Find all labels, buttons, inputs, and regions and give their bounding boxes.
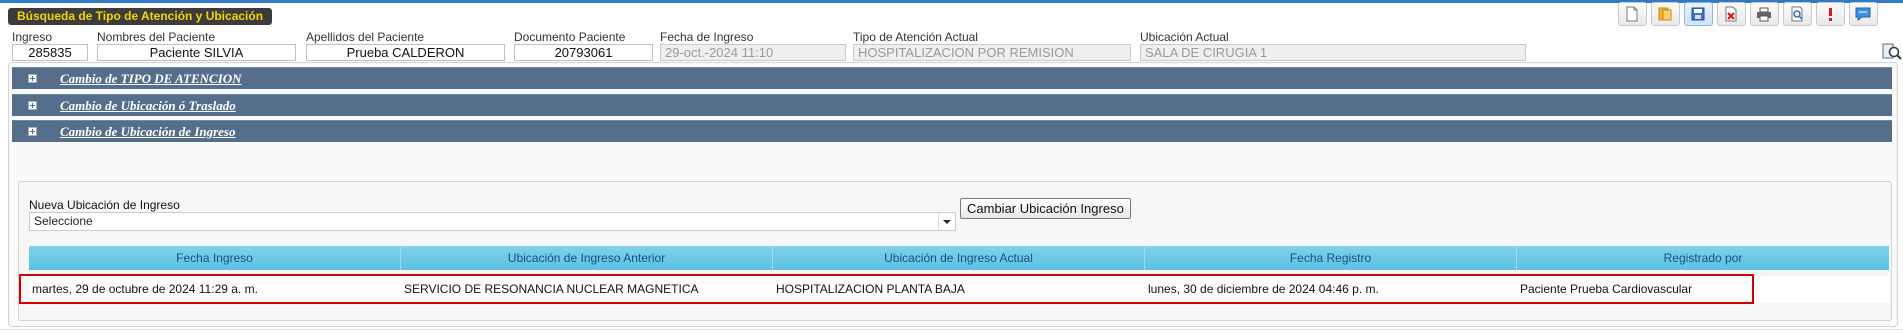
save-button[interactable] bbox=[1684, 2, 1713, 26]
print-icon bbox=[1757, 7, 1771, 22]
print-button[interactable] bbox=[1750, 2, 1779, 26]
open-folder-icon bbox=[1658, 7, 1672, 21]
expand-plus-icon[interactable] bbox=[28, 127, 37, 136]
delete-icon bbox=[1725, 6, 1737, 22]
nueva-ubicacion-select[interactable]: Seleccione bbox=[29, 212, 956, 231]
accordion-title[interactable]: Cambio de Ubicación ó Traslado bbox=[60, 98, 236, 114]
column-header[interactable]: Fecha Registro bbox=[1145, 246, 1517, 270]
help-chat-button[interactable] bbox=[1849, 2, 1878, 26]
column-header[interactable]: Registrado por bbox=[1517, 246, 1889, 270]
accordion-ubicacion-ingreso[interactable]: Cambio de Ubicación de Ingreso bbox=[12, 120, 1892, 142]
toolbar bbox=[1618, 2, 1878, 26]
help-chat-icon bbox=[1855, 7, 1871, 21]
tipo-atencion-field: HOSPITALIZACION POR REMISION bbox=[853, 44, 1131, 61]
table-cell: SERVICIO DE RESONANCIA NUCLEAR MAGNETICA bbox=[404, 282, 699, 296]
expand-plus-icon[interactable] bbox=[28, 101, 37, 110]
cambiar-ubicacion-ingreso-button[interactable]: Cambiar Ubicación Ingreso bbox=[960, 198, 1131, 219]
documento-field[interactable]: 20793061 bbox=[514, 44, 653, 61]
apellidos-label: Apellidos del Paciente bbox=[306, 30, 425, 44]
table-cell: lunes, 30 de diciembre de 2024 04:46 p. … bbox=[1148, 282, 1379, 296]
ubicacion-field: SALA DE CIRUGIA 1 bbox=[1140, 44, 1526, 61]
column-header[interactable]: Fecha Ingreso bbox=[29, 246, 401, 270]
accordion-title[interactable]: Cambio de Ubicación de Ingreso bbox=[60, 124, 236, 140]
page-title: Búsqueda de Tipo de Atención y Ubicación bbox=[8, 8, 273, 25]
accordion-tipo-atencion[interactable]: Cambio de TIPO DE ATENCION bbox=[12, 67, 1892, 89]
open-folder-button[interactable] bbox=[1651, 2, 1680, 26]
delete-button[interactable] bbox=[1717, 2, 1746, 26]
table-cell: HOSPITALIZACION PLANTA BAJA bbox=[776, 282, 965, 296]
new-document-icon bbox=[1626, 6, 1638, 22]
documento-label: Documento Paciente bbox=[514, 30, 626, 44]
accordion-ubicacion-traslado[interactable]: Cambio de Ubicación ó Traslado bbox=[12, 94, 1892, 116]
save-icon bbox=[1691, 7, 1705, 21]
alert-icon bbox=[1829, 8, 1832, 21]
bottom-divider bbox=[0, 329, 1903, 330]
patient-search-icon bbox=[1882, 43, 1902, 60]
nueva-ubicacion-label: Nueva Ubicación de Ingreso bbox=[29, 198, 180, 212]
table-cell: martes, 29 de octubre de 2024 11:29 a. m… bbox=[32, 282, 258, 296]
patient-search-button[interactable] bbox=[1881, 41, 1903, 63]
new-document-button[interactable] bbox=[1618, 2, 1647, 26]
ingreso-label: Ingreso bbox=[12, 30, 53, 44]
chevron-down-icon[interactable] bbox=[938, 213, 955, 230]
preview-icon bbox=[1791, 6, 1803, 22]
tipo-atencion-label: Tipo de Atención Actual bbox=[853, 30, 978, 44]
expand-plus-icon[interactable] bbox=[28, 74, 37, 83]
column-header[interactable]: Ubicación de Ingreso Actual bbox=[773, 246, 1145, 270]
table-cell: Paciente Prueba Cardiovascular bbox=[1520, 282, 1693, 296]
nombres-label: Nombres del Paciente bbox=[97, 30, 216, 44]
ingreso-field[interactable]: 285835 bbox=[12, 44, 88, 61]
nombres-field[interactable]: Paciente SILVIA bbox=[97, 44, 296, 61]
preview-button[interactable] bbox=[1783, 2, 1812, 26]
alert-button[interactable] bbox=[1816, 2, 1845, 26]
accordion-title[interactable]: Cambio de TIPO DE ATENCION bbox=[60, 71, 242, 87]
column-header[interactable]: Ubicación de Ingreso Anterior bbox=[401, 246, 773, 270]
fecha-ingreso-label: Fecha de Ingreso bbox=[660, 30, 754, 44]
fecha-ingreso-field: 29-oct.-2024 11:10 bbox=[660, 44, 846, 61]
ubicacion-label: Ubicación Actual bbox=[1140, 30, 1229, 44]
grid-header: Fecha Ingreso Ubicación de Ingreso Anter… bbox=[29, 246, 1889, 270]
table-row[interactable]: martes, 29 de octubre de 2024 11:29 a. m… bbox=[29, 276, 1889, 303]
select-value: Seleccione bbox=[34, 214, 93, 228]
apellidos-field[interactable]: Prueba CALDERON bbox=[306, 44, 505, 61]
